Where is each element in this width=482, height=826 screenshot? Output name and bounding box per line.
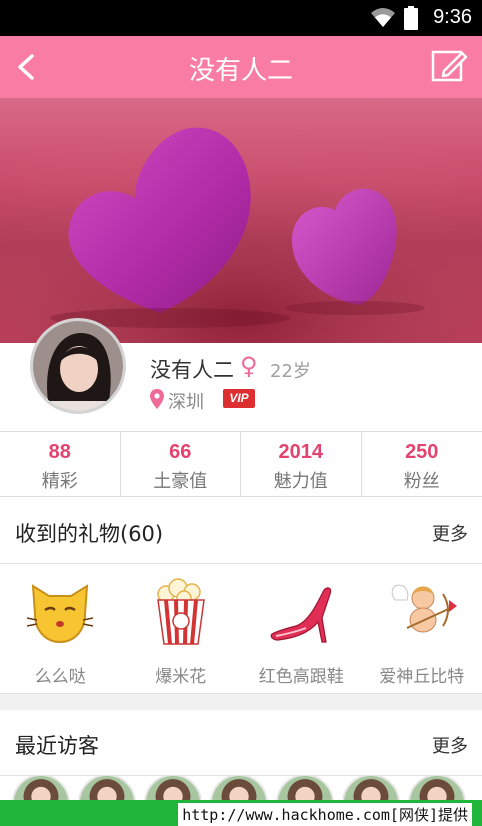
stat-value: 66 xyxy=(169,441,192,463)
profile-age: 22岁 xyxy=(270,361,311,382)
watermark-text: http://www.hackhome.com[网侠]提供 xyxy=(178,803,472,826)
clock: 9:36 xyxy=(433,6,472,28)
cat-kiss-icon xyxy=(26,584,94,644)
stat-value: 250 xyxy=(405,441,439,463)
gift-name: 么么哒 xyxy=(34,667,86,687)
stat-value: 88 xyxy=(48,441,71,463)
section-divider xyxy=(0,694,482,710)
stat-charm[interactable]: 2014 魅力值 xyxy=(241,432,362,496)
stat-label: 精彩 xyxy=(41,471,78,492)
gift-name: 爆米花 xyxy=(155,667,207,687)
wifi-icon xyxy=(371,8,395,27)
profile-name: 没有人二 xyxy=(150,358,234,382)
gifts-section-header: 收到的礼物(60) 更多 xyxy=(0,498,482,564)
gift-name: 红色高跟鞋 xyxy=(258,667,344,687)
glitter-hearts-illustration xyxy=(0,98,482,343)
avatar[interactable] xyxy=(30,318,126,414)
location-pin-icon xyxy=(150,389,164,409)
stat-label: 魅力值 xyxy=(273,471,328,492)
app-bar: 没有人二 xyxy=(0,36,482,98)
visitors-section-title: 最近访客 xyxy=(15,734,99,758)
edit-icon[interactable] xyxy=(430,47,468,85)
gift-item[interactable]: 爱神丘比特 xyxy=(362,564,482,693)
female-icon: ♀ xyxy=(240,352,258,380)
cupid-icon xyxy=(391,584,457,633)
popcorn-icon xyxy=(156,578,205,645)
stat-value: 2014 xyxy=(278,441,324,463)
high-heel-icon xyxy=(270,587,332,643)
stat-fans[interactable]: 250 粉丝 xyxy=(362,432,482,496)
status-bar: 9:36 xyxy=(0,0,482,36)
stats-bar: 88 精彩 66 土豪值 2014 魅力值 250 粉丝 xyxy=(0,431,482,497)
visitors-more-link[interactable]: 更多 xyxy=(432,732,468,758)
gift-item[interactable]: 红色高跟鞋 xyxy=(241,564,362,693)
stat-label: 土豪值 xyxy=(153,471,208,492)
watermark-bar: http://www.hackhome.com[网侠]提供 xyxy=(0,800,482,826)
avatar-photo xyxy=(33,321,123,411)
cover-photo xyxy=(0,98,482,343)
visitors-section-header: 最近访客 更多 xyxy=(0,710,482,776)
stat-highlights[interactable]: 88 精彩 xyxy=(0,432,121,496)
gift-item[interactable]: 爆米花 xyxy=(121,564,242,693)
gifts-section-title: 收到的礼物(60) xyxy=(15,522,164,546)
battery-icon xyxy=(404,6,418,30)
page-title: 没有人二 xyxy=(188,56,293,86)
gift-item[interactable]: 么么哒 xyxy=(0,564,121,693)
stat-wealth[interactable]: 66 土豪值 xyxy=(121,432,241,496)
gift-name: 爱神丘比特 xyxy=(379,667,465,687)
gifts-list: 么么哒 爆米花 红色高跟鞋 爱神丘比特 xyxy=(0,564,482,694)
vip-badge: VIP xyxy=(223,389,255,408)
stat-label: 粉丝 xyxy=(403,471,440,492)
profile-city: 深圳 xyxy=(168,392,204,413)
gifts-more-link[interactable]: 更多 xyxy=(432,520,468,546)
